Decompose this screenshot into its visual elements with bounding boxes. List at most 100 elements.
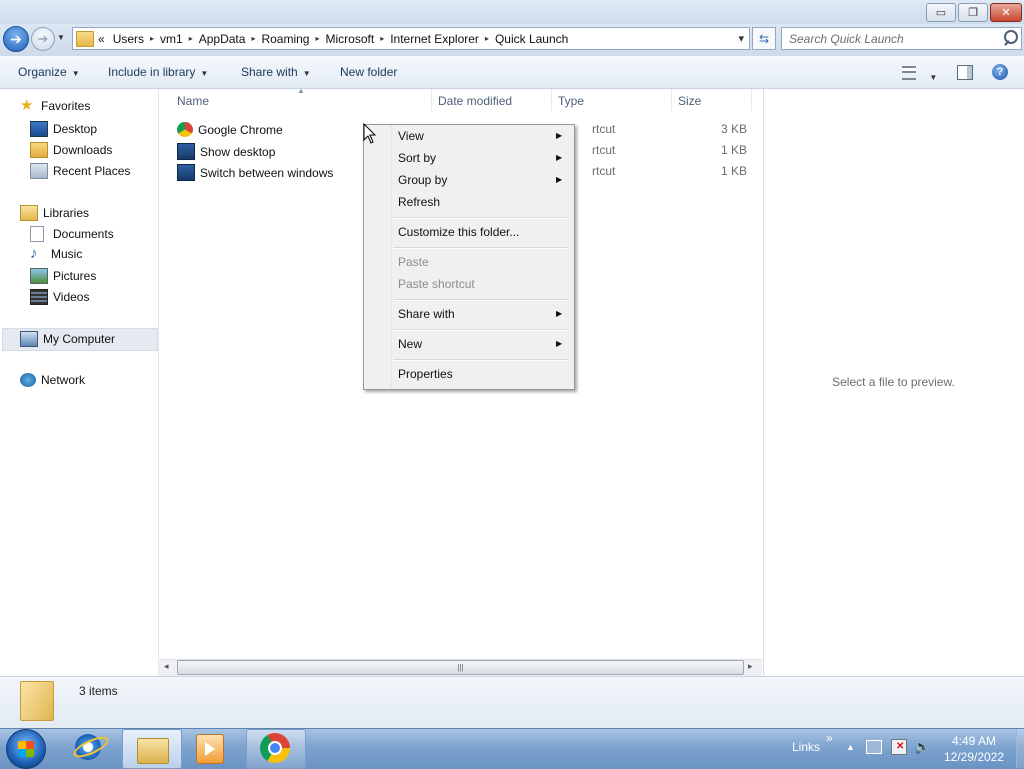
menu-item-new[interactable]: New (398, 337, 422, 351)
file-row[interactable]: Show desktop (177, 143, 275, 160)
nav-desktop[interactable]: Desktop (30, 121, 97, 137)
clock[interactable]: 4:49 AM 12/29/2022 (936, 733, 1012, 765)
recent-pages-button[interactable]: ▼ (57, 33, 65, 42)
column-divider[interactable] (431, 89, 432, 111)
chevron-down-icon: ▼ (302, 69, 311, 78)
crumb-vm1[interactable]: vm1 (156, 32, 187, 46)
taskbar-explorer-button[interactable] (122, 729, 182, 769)
close-button[interactable]: ✕ (990, 3, 1022, 22)
menu-item-properties[interactable]: Properties (398, 367, 453, 381)
preview-pane-icon[interactable] (957, 65, 973, 80)
refresh-button[interactable]: ⇆ (752, 27, 776, 50)
volume-icon[interactable]: 🔈 (914, 739, 930, 755)
maximize-button[interactable]: ❐ (958, 3, 988, 22)
media-player-icon[interactable] (196, 734, 224, 764)
search-box[interactable] (781, 27, 1022, 50)
nav-music[interactable]: ♪ Music (30, 246, 82, 261)
desktop-icon (30, 121, 48, 137)
scrollbar-thumb[interactable]: ||| (177, 660, 744, 675)
menu-item-customize[interactable]: Customize this folder... (398, 225, 519, 239)
column-header-size[interactable]: Size (678, 94, 701, 108)
file-row[interactable]: Switch between windows (177, 164, 333, 181)
menu-item-view[interactable]: View (398, 129, 424, 143)
show-hidden-icons-icon[interactable]: ▲ (846, 742, 855, 752)
menu-item-share-with[interactable]: Share with (398, 307, 455, 321)
nav-libraries[interactable]: Libraries (20, 205, 89, 221)
menu-item-paste: Paste (398, 255, 429, 269)
nav-label: Videos (53, 290, 90, 304)
column-header-name[interactable]: Name (177, 94, 209, 108)
column-divider[interactable] (551, 89, 552, 111)
crumb-microsoft[interactable]: Microsoft (322, 32, 379, 46)
nav-videos[interactable]: Videos (30, 289, 89, 305)
nav-downloads[interactable]: Downloads (30, 142, 112, 158)
network-tray-icon[interactable] (866, 740, 882, 754)
address-overflow[interactable]: « (94, 32, 109, 46)
clock-time: 4:49 AM (951, 734, 997, 748)
internet-explorer-icon[interactable] (70, 731, 112, 765)
crumb-users[interactable]: Users (109, 32, 148, 46)
include-in-library-button[interactable]: Include in library ▼ (108, 65, 208, 79)
file-size: 1 KB (721, 143, 748, 157)
nav-pictures[interactable]: Pictures (30, 268, 96, 284)
file-row[interactable]: Google Chrome (177, 122, 283, 137)
view-list-icon (902, 66, 916, 80)
crumb-separator-icon[interactable]: ▸ (249, 34, 257, 43)
crumb-separator-icon[interactable]: ▸ (148, 34, 156, 43)
links-toolbar[interactable]: Links (792, 740, 820, 754)
menu-separator (394, 329, 568, 331)
column-header-type[interactable]: Type (558, 94, 584, 108)
pictures-icon (30, 268, 48, 284)
nav-documents[interactable]: Documents (30, 226, 114, 242)
scroll-right-icon[interactable]: ▸ (748, 661, 753, 672)
back-button[interactable]: ➔ (3, 26, 29, 52)
menu-item-sort-by[interactable]: Sort by (398, 151, 436, 165)
submenu-arrow-icon: ▶ (556, 131, 563, 140)
start-button[interactable] (6, 729, 46, 769)
action-center-icon[interactable]: ✕ (891, 739, 907, 755)
column-divider[interactable] (751, 89, 752, 111)
address-bar[interactable]: « Users ▸ vm1 ▸ AppData ▸ Roaming ▸ Micr… (72, 27, 750, 50)
file-type: rtcut (592, 122, 616, 136)
search-input[interactable] (782, 30, 996, 47)
shortcut-icon (177, 164, 195, 181)
menu-item-refresh[interactable]: Refresh (398, 195, 440, 209)
forward-button[interactable]: ➔ (31, 27, 55, 51)
help-icon[interactable]: ? (992, 64, 1008, 80)
minimize-button[interactable]: ▭ (926, 3, 956, 22)
show-desktop-button[interactable] (1016, 729, 1024, 768)
crumb-separator-icon[interactable]: ▸ (483, 34, 491, 43)
crumb-separator-icon[interactable]: ▸ (378, 34, 386, 43)
videos-icon (30, 289, 48, 305)
downloads-folder-icon (30, 142, 48, 158)
nav-favorites[interactable]: ★ Favorites (20, 97, 90, 114)
column-header-date-modified[interactable]: Date modified (438, 94, 512, 108)
item-count: 3 items (79, 684, 118, 698)
share-with-button[interactable]: Share with ▼ (241, 65, 311, 79)
menu-item-group-by[interactable]: Group by (398, 173, 447, 187)
address-dropdown-icon[interactable]: ▾ (733, 32, 749, 45)
links-overflow-icon[interactable]: » (826, 731, 833, 745)
change-view-button[interactable]: ▼ (902, 66, 937, 83)
folder-icon (20, 681, 54, 721)
nav-recent-places[interactable]: Recent Places (30, 163, 130, 179)
crumb-quick-launch[interactable]: Quick Launch (491, 32, 572, 46)
taskbar-chrome-button[interactable] (246, 729, 306, 769)
column-divider[interactable] (671, 89, 672, 111)
new-folder-button[interactable]: New folder (340, 65, 397, 79)
crumb-separator-icon[interactable]: ▸ (187, 34, 195, 43)
crumb-roaming[interactable]: Roaming (257, 32, 313, 46)
crumb-internet-explorer[interactable]: Internet Explorer (386, 32, 483, 46)
scroll-left-icon[interactable]: ◂ (164, 661, 169, 672)
star-icon: ★ (20, 97, 34, 114)
nav-my-computer[interactable]: My Computer (20, 331, 115, 347)
libraries-icon (20, 205, 38, 221)
nav-network[interactable]: Network (20, 373, 85, 387)
crumb-appdata[interactable]: AppData (195, 32, 250, 46)
windows-logo-icon (18, 741, 34, 757)
crumb-separator-icon[interactable]: ▸ (313, 34, 321, 43)
chevron-down-icon: ▼ (71, 69, 80, 78)
file-name: Show desktop (200, 144, 276, 159)
organize-button[interactable]: Organize ▼ (18, 65, 80, 79)
nav-label: Network (41, 373, 86, 387)
